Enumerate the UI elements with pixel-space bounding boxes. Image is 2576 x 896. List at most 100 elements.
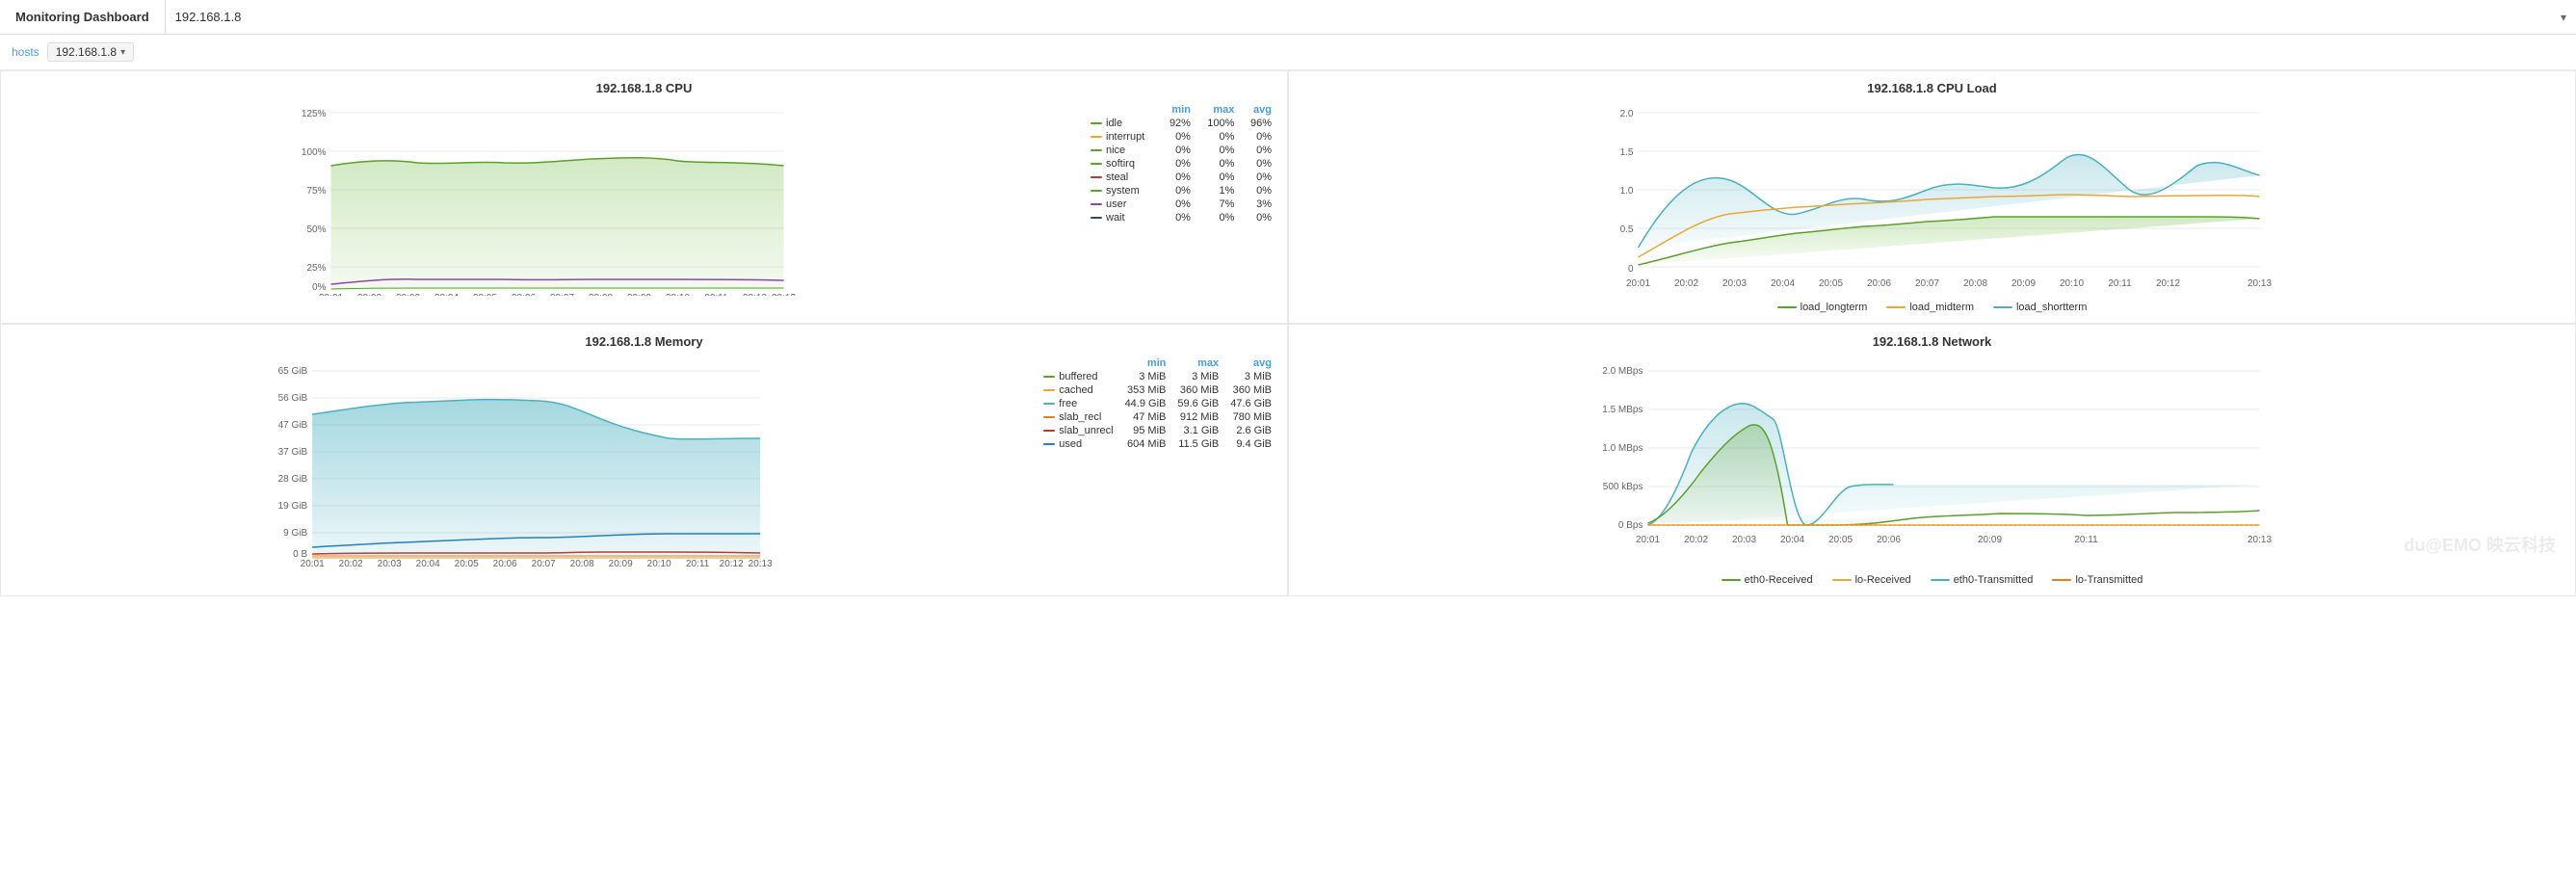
- cpu-legend-label: steal: [1085, 171, 1159, 184]
- svg-text:20:06: 20:06: [493, 559, 517, 568]
- cpu-load-chart-title: 192.168.1.8 CPU Load: [1299, 81, 2565, 95]
- cpu-load-chart-panel: 192.168.1.8 CPU Load: [1288, 70, 2576, 324]
- cpu-load-legend-shortterm: load_shortterm: [1993, 302, 2087, 313]
- memory-legend-min: 604 MiB: [1119, 437, 1172, 451]
- svg-text:20:09: 20:09: [609, 559, 633, 568]
- cpu-legend-avg: 0%: [1240, 130, 1277, 144]
- eth0-transmitted-line-icon: [1931, 579, 1950, 581]
- cpu-legend-label: interrupt: [1085, 130, 1159, 144]
- cpu-legend-row: idle 92% 100% 96%: [1085, 117, 1277, 130]
- svg-text:20:05: 20:05: [455, 559, 479, 568]
- svg-text:20:08: 20:08: [1963, 278, 1987, 289]
- longterm-line-icon: [1777, 306, 1797, 308]
- charts-grid: 192.168.1.8 CPU 125% 100% 75% 50% 25% 0%: [0, 70, 2576, 596]
- cpu-legend-min: 0%: [1159, 130, 1196, 144]
- svg-text:20:12: 20:12: [743, 293, 767, 296]
- cpu-legend-row: system 0% 1% 0%: [1085, 184, 1277, 198]
- svg-text:20:02: 20:02: [1674, 278, 1698, 289]
- svg-text:56 GiB: 56 GiB: [278, 393, 308, 404]
- memory-legend-max: 11.5 GiB: [1171, 437, 1224, 451]
- svg-text:20:07: 20:07: [550, 293, 574, 296]
- mem-legend-header-name: [1038, 356, 1118, 370]
- memory-legend-label: buffered: [1038, 370, 1118, 383]
- network-bottom-legend: eth0-Received lo-Received eth0-Transmitt…: [1299, 574, 2565, 586]
- memory-legend-label: slab_unrecl: [1038, 424, 1118, 437]
- svg-text:37 GiB: 37 GiB: [278, 447, 308, 458]
- cpu-legend-row: softirq 0% 0% 0%: [1085, 157, 1277, 171]
- cpu-svg: 125% 100% 75% 50% 25% 0%: [11, 103, 1075, 296]
- cpu-chart-title: 192.168.1.8 CPU: [11, 81, 1277, 95]
- network-legend-lo-transmitted: lo-Transmitted: [2052, 574, 2142, 586]
- svg-text:20:06: 20:06: [512, 293, 536, 296]
- memory-legend-min: 353 MiB: [1119, 383, 1172, 397]
- svg-text:20:10: 20:10: [2060, 278, 2084, 289]
- svg-text:9 GiB: 9 GiB: [283, 528, 307, 539]
- memory-legend-label: slab_recl: [1038, 410, 1118, 424]
- memory-legend-min: 44.9 GiB: [1119, 397, 1172, 410]
- host-select-wrapper[interactable]: 192.168.1.8 ▾: [166, 10, 2576, 24]
- memory-chart-content: 65 GiB 56 GiB 47 GiB 37 GiB 28 GiB 19 Gi…: [11, 356, 1277, 568]
- cpu-legend-max: 7%: [1196, 198, 1240, 211]
- lo-transmitted-label: lo-Transmitted: [2075, 574, 2142, 586]
- host-select[interactable]: 192.168.1.8: [175, 10, 2566, 24]
- svg-text:0%: 0%: [312, 282, 327, 293]
- midterm-line-icon: [1886, 306, 1906, 308]
- memory-legend-row: used 604 MiB 11.5 GiB 9.4 GiB: [1038, 437, 1277, 451]
- lo-received-line-icon: [1832, 579, 1852, 581]
- cpu-chart-area: 125% 100% 75% 50% 25% 0%: [11, 103, 1075, 296]
- memory-legend-avg: 3 MiB: [1224, 370, 1277, 383]
- svg-text:20:04: 20:04: [434, 293, 459, 296]
- svg-text:20:04: 20:04: [1780, 535, 1804, 545]
- cpu-load-legend-midterm: load_midterm: [1886, 302, 1974, 313]
- cpu-load-bottom-legend: load_longterm load_midterm load_shortter…: [1299, 302, 2565, 313]
- svg-text:20:13: 20:13: [2247, 535, 2272, 545]
- cpu-legend-avg: 0%: [1240, 211, 1277, 224]
- cpu-legend-table: min max avg idle 92% 100% 96% interrupt …: [1085, 103, 1277, 224]
- cpu-legend: min max avg idle 92% 100% 96% interrupt …: [1085, 103, 1277, 296]
- svg-text:0.5: 0.5: [1620, 224, 1634, 235]
- svg-text:20:09: 20:09: [1978, 535, 2002, 545]
- svg-text:20:05: 20:05: [1828, 535, 1853, 545]
- svg-text:20:11: 20:11: [2074, 535, 2098, 545]
- svg-text:500 kBps: 500 kBps: [1603, 482, 1643, 492]
- cpu-legend-avg: 0%: [1240, 144, 1277, 157]
- svg-text:20:05: 20:05: [1819, 278, 1843, 289]
- memory-chart-title: 192.168.1.8 Memory: [11, 334, 1277, 349]
- memory-chart-panel: 192.168.1.8 Memory: [0, 324, 1288, 596]
- cpu-legend-label: softirq: [1085, 157, 1159, 171]
- svg-text:20:02: 20:02: [357, 293, 381, 296]
- svg-text:1.0 MBps: 1.0 MBps: [1602, 443, 1643, 454]
- shortterm-label: load_shortterm: [2016, 302, 2087, 313]
- eth0-transmitted-label: eth0-Transmitted: [1954, 574, 2034, 586]
- memory-legend-max: 912 MiB: [1171, 410, 1224, 424]
- svg-text:20:01: 20:01: [301, 559, 325, 568]
- mem-legend-header-max: max: [1171, 356, 1224, 370]
- memory-legend-avg: 9.4 GiB: [1224, 437, 1277, 451]
- svg-text:20:02: 20:02: [1684, 535, 1708, 545]
- network-chart-title: 192.168.1.8 Network: [1299, 334, 2565, 349]
- shortterm-line-icon: [1993, 306, 2012, 308]
- svg-text:20:12: 20:12: [2156, 278, 2180, 289]
- svg-text:20:03: 20:03: [396, 293, 420, 296]
- host-badge[interactable]: 192.168.1.8 ▾: [47, 42, 134, 62]
- lo-transmitted-line-icon: [2052, 579, 2071, 581]
- memory-legend-min: 3 MiB: [1119, 370, 1172, 383]
- cpu-legend-label: nice: [1085, 144, 1159, 157]
- cpu-legend-max: 0%: [1196, 130, 1240, 144]
- memory-legend-row: free 44.9 GiB 59.6 GiB 47.6 GiB: [1038, 397, 1277, 410]
- cpu-legend-row: wait 0% 0% 0%: [1085, 211, 1277, 224]
- memory-legend-row: slab_recl 47 MiB 912 MiB 780 MiB: [1038, 410, 1277, 424]
- cpu-load-svg: 2.0 1.5 1.0 0.5 0 20:01 20:02 20:03 20:0…: [1299, 103, 2565, 296]
- svg-text:20:11: 20:11: [686, 559, 710, 568]
- cpu-legend-min: 92%: [1159, 117, 1196, 130]
- svg-text:20:03: 20:03: [1732, 535, 1756, 545]
- network-legend-eth0-received: eth0-Received: [1722, 574, 1813, 586]
- svg-text:20:13: 20:13: [749, 559, 773, 568]
- eth0-received-line-icon: [1722, 579, 1741, 581]
- memory-legend-label: used: [1038, 437, 1118, 451]
- svg-text:20:10: 20:10: [647, 559, 671, 568]
- cpu-legend-row: user 0% 7% 3%: [1085, 198, 1277, 211]
- svg-text:0: 0: [1628, 264, 1634, 275]
- svg-text:47 GiB: 47 GiB: [278, 420, 308, 431]
- svg-text:50%: 50%: [306, 224, 326, 235]
